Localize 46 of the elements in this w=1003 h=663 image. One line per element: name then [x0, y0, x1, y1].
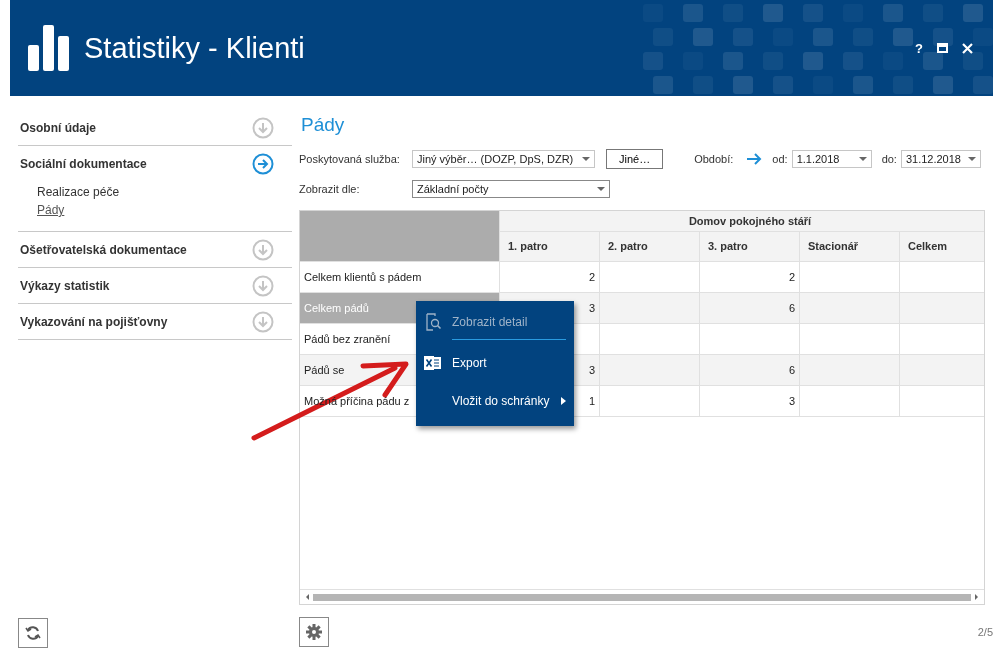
- section-title[interactable]: Výkazy statistik: [20, 278, 110, 293]
- close-icon[interactable]: [962, 42, 973, 54]
- column-header: 3. patro: [700, 232, 800, 261]
- date-dropdown[interactable]: 1.1.2018: [791, 150, 872, 168]
- page-counter: 2/5: [977, 626, 993, 638]
- refresh-button[interactable]: [18, 618, 48, 648]
- row-header[interactable]: Celkem klientů s pádem: [300, 261, 500, 292]
- other-button[interactable]: Jiné…: [606, 149, 664, 169]
- view-dropdown[interactable]: Základní počty: [412, 180, 610, 198]
- section-title[interactable]: Vykazování na pojišťovny: [20, 314, 168, 329]
- field-label: Poskytovaná služba:: [299, 153, 401, 165]
- table-cell: 3: [700, 385, 800, 416]
- window-title: Statistiky - Klienti: [84, 31, 306, 65]
- field-label: Zobrazit dle:: [299, 183, 361, 195]
- submenu-arrow-icon: [561, 397, 566, 405]
- table-cell: 2: [500, 261, 600, 292]
- sidebar-link[interactable]: Realizace péče: [37, 185, 120, 199]
- settings-button[interactable]: [299, 617, 329, 647]
- date-dropdown[interactable]: 31.12.2018: [900, 150, 981, 168]
- magnifier-icon: [424, 313, 442, 331]
- group-header: Domov pokojného stáří: [500, 211, 984, 232]
- table-cell: 2: [700, 261, 800, 292]
- service-dropdown[interactable]: Jiný výběr… (DOZP, DpS, DZR): [412, 150, 595, 168]
- section-title[interactable]: Ošetřovatelská dokumentace: [20, 242, 187, 257]
- maximize-icon[interactable]: [937, 43, 948, 53]
- field-label: od:: [772, 153, 788, 165]
- column-header: 1. patro: [500, 232, 600, 261]
- horizontal-scrollbar[interactable]: [300, 589, 984, 604]
- spreadsheet-icon: [424, 355, 442, 371]
- column-header: Stacionář: [800, 232, 900, 261]
- column-header: 2. patro: [600, 232, 700, 261]
- arrow-right-icon: [746, 153, 763, 165]
- table-cell: 6: [700, 354, 800, 385]
- gear-icon: [306, 624, 322, 640]
- section-title[interactable]: Sociální dokumentace: [20, 156, 147, 171]
- arrow-right-circle-icon[interactable]: [252, 152, 274, 175]
- page-title: Pády: [301, 114, 346, 136]
- table-cell: 6: [700, 292, 800, 323]
- refresh-icon: [25, 625, 41, 641]
- column-header: Celkem: [900, 232, 984, 261]
- field-label: do:: [881, 153, 897, 165]
- bar-chart-icon: [28, 25, 70, 71]
- help-button[interactable]: ?: [915, 40, 923, 56]
- section-title[interactable]: Osobní údaje: [20, 120, 96, 135]
- sidebar-link[interactable]: Pády: [37, 203, 65, 217]
- field-label: Období:: [694, 153, 734, 165]
